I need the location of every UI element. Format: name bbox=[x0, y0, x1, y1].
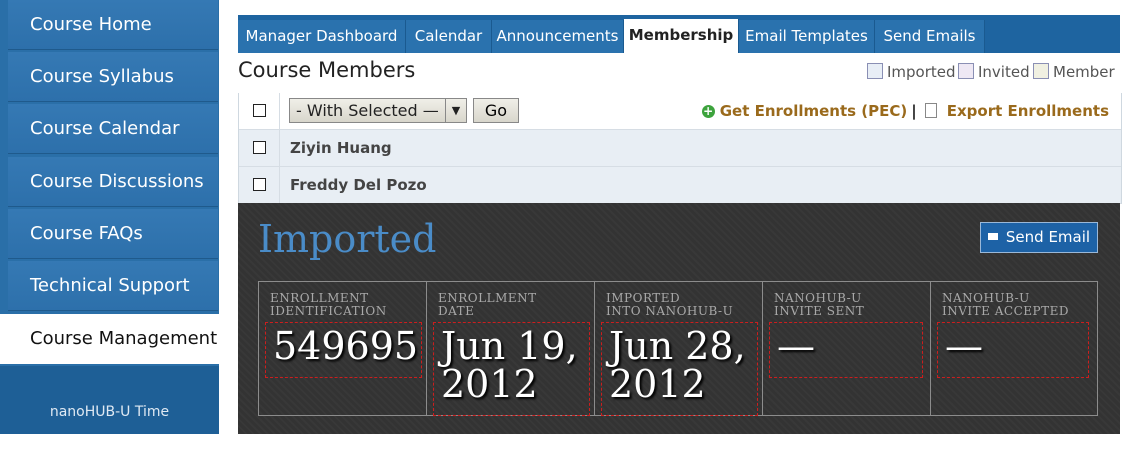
tab-send-emails[interactable]: Send Emails bbox=[875, 20, 985, 53]
document-icon bbox=[924, 103, 937, 118]
sidebar-item-course-faqs[interactable]: Course FAQs bbox=[8, 209, 218, 259]
row-checkbox[interactable] bbox=[253, 178, 266, 191]
member-name[interactable]: Ziyin Huang bbox=[290, 130, 392, 166]
send-email-label: Send Email bbox=[1005, 228, 1091, 246]
legend-label: Invited bbox=[978, 63, 1030, 81]
tab-calendar[interactable]: Calendar bbox=[406, 20, 492, 53]
sidebar-footer-time: nanoHUB-U Time bbox=[0, 366, 219, 434]
value-line: 2012 bbox=[609, 362, 706, 406]
sidebar-item-course-discussions[interactable]: Course Discussions bbox=[8, 157, 218, 207]
value-line: Jun 28, bbox=[609, 324, 746, 368]
detail-label: IMPORTED INTO NANOHUB-U bbox=[606, 292, 733, 318]
detail-invite-sent: NANOHUB-U INVITE SENT — bbox=[763, 282, 931, 415]
detail-label: NANOHUB-U INVITE SENT bbox=[774, 292, 864, 318]
label-line: IDENTIFICATION bbox=[270, 304, 387, 318]
detail-value: — bbox=[769, 322, 923, 378]
row-checkbox[interactable] bbox=[253, 141, 266, 154]
value-line: — bbox=[777, 324, 815, 368]
legend-invited: Invited bbox=[958, 63, 1030, 81]
value-line: 549695 bbox=[273, 324, 419, 368]
value-line: 2012 bbox=[441, 362, 538, 406]
export-enrollments-link[interactable]: Export Enrollments bbox=[947, 102, 1109, 120]
legend-swatch bbox=[867, 63, 883, 79]
table-row[interactable]: Freddy Del Pozo bbox=[239, 167, 1121, 204]
sidebar-item-course-management[interactable]: Course Management bbox=[0, 314, 219, 364]
detail-label: ENROLLMENT DATE bbox=[438, 292, 537, 318]
column-divider bbox=[279, 93, 280, 129]
member-name[interactable]: Freddy Del Pozo bbox=[290, 167, 427, 203]
detail-value: Jun 28, 2012 bbox=[601, 322, 758, 416]
select-all-checkbox[interactable] bbox=[253, 104, 266, 117]
detail-enrollment-id: ENROLLMENT IDENTIFICATION 549695 bbox=[259, 282, 427, 415]
tab-announcements[interactable]: Announcements bbox=[492, 20, 624, 53]
label-line: INVITE ACCEPTED bbox=[942, 304, 1069, 318]
detail-label: ENROLLMENT IDENTIFICATION bbox=[270, 292, 387, 318]
detail-label: NANOHUB-U INVITE ACCEPTED bbox=[942, 292, 1069, 318]
tab-manager-dashboard[interactable]: Manager Dashboard bbox=[238, 20, 406, 53]
detail-value: 549695 bbox=[265, 322, 422, 378]
value-line: Jun 19, bbox=[441, 324, 578, 368]
envelope-icon bbox=[987, 233, 998, 240]
legend-swatch bbox=[958, 63, 974, 79]
enrollment-details-grid: ENROLLMENT IDENTIFICATION 549695 ENROLLME… bbox=[258, 281, 1098, 416]
link-separator: | bbox=[911, 102, 917, 120]
tab-email-templates[interactable]: Email Templates bbox=[739, 20, 875, 53]
legend-imported: Imported bbox=[867, 63, 956, 81]
enrollment-links: + Get Enrollments (PEC) | Export Enrollment… bbox=[701, 93, 1109, 129]
legend-label: Member bbox=[1053, 63, 1115, 81]
add-circle-icon: + bbox=[701, 104, 715, 118]
sidebar-item-technical-support[interactable]: Technical Support bbox=[8, 261, 218, 311]
sidebar-nav: Course Home Course Syllabus Course Calen… bbox=[0, 0, 219, 434]
chevron-down-icon: ▼ bbox=[445, 99, 466, 122]
legend-label: Imported bbox=[887, 63, 956, 81]
tab-bar: Manager Dashboard Calendar Announcements… bbox=[238, 15, 1120, 53]
get-enrollments-link[interactable]: Get Enrollments (PEC) bbox=[720, 102, 908, 120]
detail-invite-accepted: NANOHUB-U INVITE ACCEPTED — bbox=[931, 282, 1099, 415]
sidebar-item-course-calendar[interactable]: Course Calendar bbox=[8, 104, 218, 154]
members-table: - With Selected — ▼ Go + Get Enrollments (… bbox=[238, 93, 1122, 204]
label-line: INTO NANOHUB-U bbox=[606, 304, 734, 318]
detail-enrollment-date: ENROLLMENT DATE Jun 19, 2012 bbox=[427, 282, 595, 416]
go-button[interactable]: Go bbox=[473, 98, 519, 123]
detail-imported-date: IMPORTED INTO NANOHUB-U Jun 28, 2012 bbox=[595, 282, 763, 416]
table-row[interactable]: Ziyin Huang bbox=[239, 130, 1121, 167]
column-divider bbox=[279, 130, 280, 166]
member-detail-panel: Imported Send Email ENROLLMENT IDENTIFICA… bbox=[238, 203, 1120, 434]
page-title: Course Members bbox=[238, 58, 416, 82]
legend-swatch bbox=[1033, 63, 1049, 79]
detail-value: Jun 19, 2012 bbox=[433, 322, 590, 416]
label-line: DATE bbox=[438, 304, 475, 318]
column-divider bbox=[279, 167, 280, 203]
sidebar-item-course-home[interactable]: Course Home bbox=[8, 0, 218, 50]
detail-value: — bbox=[937, 322, 1089, 378]
tab-membership[interactable]: Membership bbox=[624, 19, 739, 53]
send-email-button[interactable]: Send Email bbox=[980, 222, 1098, 253]
value-line: — bbox=[945, 324, 983, 368]
status-title: Imported bbox=[258, 217, 437, 261]
with-selected-dropdown[interactable]: - With Selected — ▼ bbox=[289, 98, 467, 123]
legend-member: Member bbox=[1033, 63, 1115, 81]
label-line: INVITE SENT bbox=[774, 304, 865, 318]
sidebar-item-course-syllabus[interactable]: Course Syllabus bbox=[8, 52, 218, 102]
dropdown-value: - With Selected — bbox=[296, 101, 439, 120]
table-toolbar-row: - With Selected — ▼ Go + Get Enrollments (… bbox=[239, 93, 1121, 130]
